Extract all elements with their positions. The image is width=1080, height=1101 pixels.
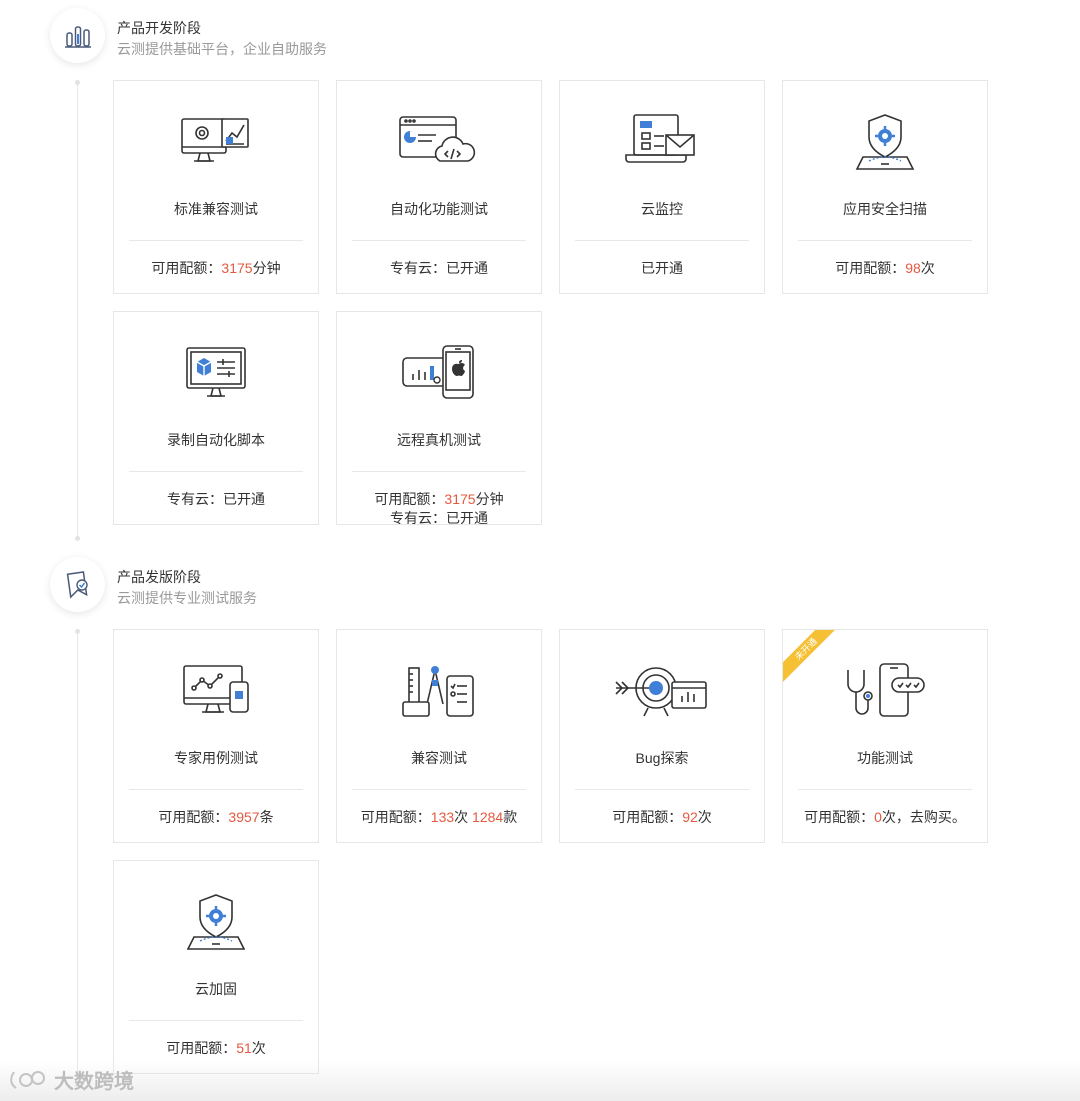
card-footer: 可用配额：3175分钟 专有云：已开通: [374, 491, 504, 525]
bookmark-check-icon: [66, 570, 88, 599]
divider: [575, 240, 749, 241]
card-footer: 已开通: [641, 260, 683, 276]
card-function-test[interactable]: 未开通 功能测试 可用配额：0次，去购买。: [782, 629, 988, 843]
phones-apple-icon: [402, 345, 474, 399]
card-footer: 可用配额：92次: [612, 809, 712, 825]
divider: [352, 471, 526, 472]
card-auto-function-test[interactable]: 自动化功能测试 专有云：已开通: [336, 80, 542, 294]
stage-title: 产品开发阶段: [117, 20, 201, 36]
card-title: 远程真机测试: [397, 432, 481, 448]
card-title: 云监控: [641, 201, 683, 217]
divider: [129, 1020, 303, 1021]
monitor-cube-icon: [186, 347, 246, 397]
stage-title: 产品发版阶段: [117, 569, 201, 585]
divider: [129, 789, 303, 790]
divider: [129, 471, 303, 472]
card-footer: 专有云：已开通: [390, 260, 488, 276]
stage-release-icon-wrap: [50, 557, 105, 612]
card-app-security-scan[interactable]: 应用安全扫描 可用配额：98次: [782, 80, 988, 294]
monitor-gear-chart-icon: [181, 118, 249, 162]
divider: [575, 789, 749, 790]
stethoscope-phone-icon: [847, 663, 925, 717]
card-footer: 可用配额：0次，去购买。: [804, 809, 966, 825]
timeline-dot: [75, 80, 80, 85]
timeline-line: [77, 83, 78, 538]
card-compat-test[interactable]: 兼容测试 可用配额：133次 1284款: [336, 629, 542, 843]
card-expert-case-test[interactable]: 专家用例测试 可用配额：3957条: [113, 629, 319, 843]
card-cloud-harden[interactable]: 云加固 可用配额：51次: [113, 860, 319, 1074]
stage-subtitle: 云测提供基础平台，企业自助服务: [117, 41, 327, 57]
card-footer: 可用配额：98次: [835, 260, 935, 276]
divider: [352, 240, 526, 241]
card-footer: 可用配额：133次 1284款: [360, 809, 518, 825]
browser-cloud-code-icon: [399, 116, 476, 162]
laptop-mail-icon: [625, 114, 695, 163]
card-footer: 可用配额：3957条: [158, 809, 274, 825]
target-arrow-icon: [615, 667, 707, 717]
card-footer: 可用配额：3175分钟: [151, 260, 281, 276]
divider: [129, 240, 303, 241]
watermark: 大数跨境: [8, 1065, 134, 1094]
monitor-graph-phone-icon: [183, 665, 249, 713]
timeline-dot: [75, 536, 80, 541]
stage-dev-icon-wrap: [50, 8, 105, 63]
card-remote-device-test[interactable]: 远程真机测试 可用配额：3175分钟 专有云：已开通: [336, 311, 542, 525]
card-record-script[interactable]: 录制自动化脚本 专有云：已开通: [113, 311, 319, 525]
card-bug-explore[interactable]: Bug探索 可用配额：92次: [559, 629, 765, 843]
card-cloud-monitor[interactable]: 云监控 已开通: [559, 80, 765, 294]
timeline-dot: [75, 629, 80, 634]
divider: [798, 240, 972, 241]
divider: [798, 789, 972, 790]
card-title: 功能测试: [857, 750, 913, 766]
card-title: 云加固: [195, 981, 237, 997]
card-title: Bug探索: [635, 750, 689, 766]
card-standard-compat-test[interactable]: 标准兼容测试 可用配额：3175分钟: [113, 80, 319, 294]
divider: [352, 789, 526, 790]
bar-chart-icon: [64, 25, 91, 48]
shield-phone-icon: [186, 894, 246, 950]
card-title: 应用安全扫描: [843, 201, 927, 217]
card-footer: 可用配额：51次: [166, 1040, 266, 1056]
card-title: 自动化功能测试: [390, 201, 488, 217]
stage-subtitle: 云测提供专业测试服务: [117, 590, 257, 606]
buy-link[interactable]: 次，去购买。: [882, 809, 966, 825]
card-title: 兼容测试: [411, 750, 467, 766]
card-title: 标准兼容测试: [174, 201, 258, 217]
card-footer: 专有云：已开通: [167, 491, 265, 507]
ruler-compass-phone-icon: [402, 666, 474, 717]
bottom-fade: [0, 1061, 1080, 1101]
card-title: 专家用例测试: [174, 750, 258, 766]
card-title: 录制自动化脚本: [167, 432, 265, 448]
watermark-logo-icon: [10, 1070, 45, 1089]
timeline-line: [77, 632, 78, 1072]
watermark-text: 大数跨境: [54, 1071, 134, 1093]
shield-phone-icon: [855, 114, 915, 170]
